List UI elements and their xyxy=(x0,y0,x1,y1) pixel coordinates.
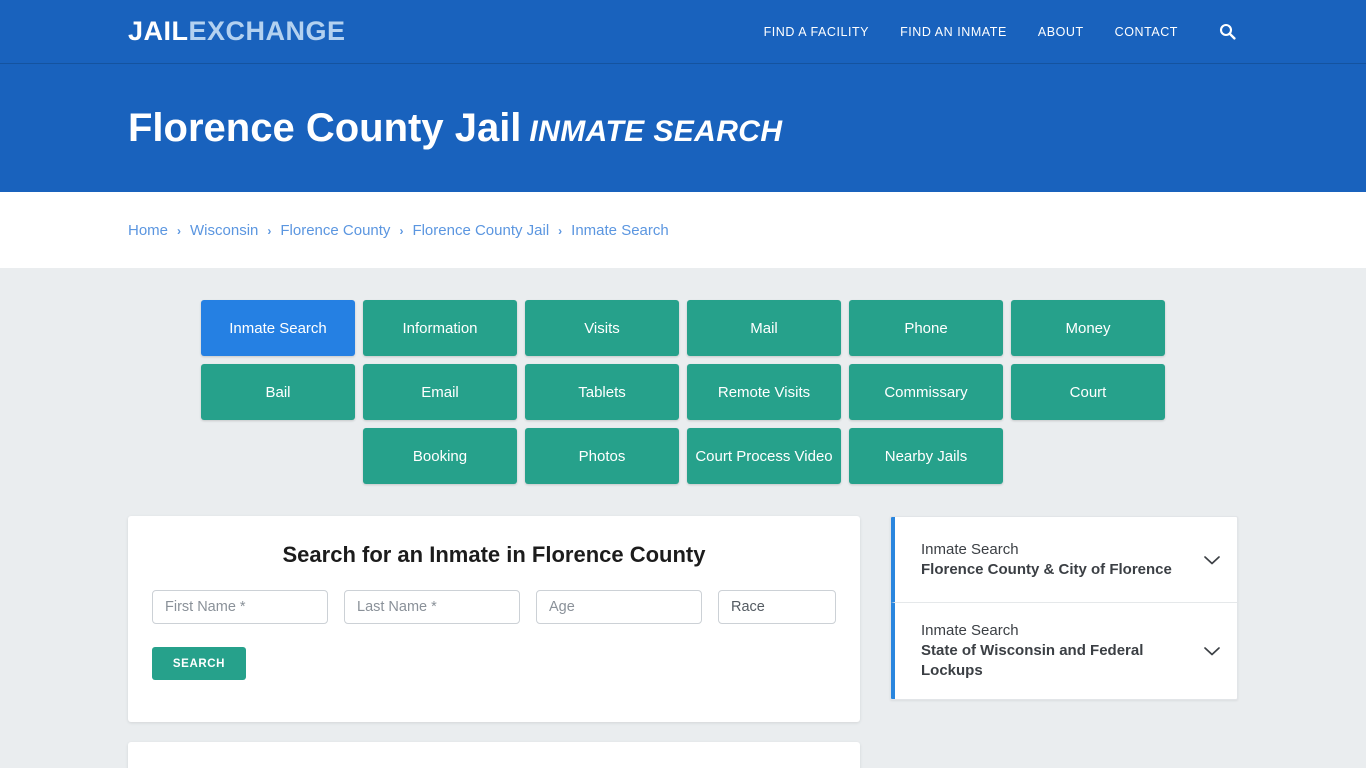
page-title-sub: INMATE SEARCH xyxy=(529,115,783,148)
inmate-search-card: Search for an Inmate in Florence County … xyxy=(128,516,860,722)
tab-court-process-video[interactable]: Court Process Video xyxy=(687,428,841,484)
page-title-main: Florence County Jail xyxy=(128,106,522,150)
tab-email[interactable]: Email xyxy=(363,364,517,420)
tab-bail[interactable]: Bail xyxy=(201,364,355,420)
nav-link-about[interactable]: ABOUT xyxy=(1038,25,1084,39)
age-input[interactable] xyxy=(536,590,702,624)
search-card-heading: Search for an Inmate in Florence County xyxy=(282,542,706,567)
breadcrumb: Home › Wisconsin › Florence County › Flo… xyxy=(128,222,669,239)
search-submit-button[interactable]: SEARCH xyxy=(152,647,246,680)
tab-phone[interactable]: Phone xyxy=(849,300,1003,356)
chevron-down-icon[interactable] xyxy=(1201,640,1223,662)
tab-court[interactable]: Court xyxy=(1011,364,1165,420)
first-name-input[interactable] xyxy=(152,590,328,624)
content-area: Search for an Inmate in Florence County … xyxy=(128,516,1238,768)
accordion-item[interactable]: Inmate Search Florence County & City of F… xyxy=(891,517,1237,603)
nav-search-button[interactable] xyxy=(1216,21,1238,43)
accordion-item-subtitle: Florence County & City of Florence xyxy=(921,560,1172,578)
breadcrumb-item-wisconsin[interactable]: Wisconsin xyxy=(190,222,258,239)
breadcrumb-separator-icon: › xyxy=(399,224,404,238)
page-hero: Florence County Jail INMATE SEARCH xyxy=(0,64,1366,192)
logo-text-primary: JAIL xyxy=(128,16,189,46)
secondary-content-card xyxy=(128,742,860,768)
tab-visits[interactable]: Visits xyxy=(525,300,679,356)
accordion-item-text: Inmate Search Florence County & City of F… xyxy=(921,540,1191,580)
logo-text-secondary: EXCHANGE xyxy=(188,16,346,46)
breadcrumb-separator-icon: › xyxy=(558,224,563,238)
tab-information[interactable]: Information xyxy=(363,300,517,356)
nav-link-find-a-facility[interactable]: FIND A FACILITY xyxy=(764,25,870,39)
accordion-item-title: Inmate Search xyxy=(921,540,1019,558)
breadcrumb-item-florence-county[interactable]: Florence County xyxy=(280,222,390,239)
top-navigation-bar: JAILEXCHANGE FIND A FACILITY FIND AN INM… xyxy=(0,0,1366,64)
breadcrumb-bar: Home › Wisconsin › Florence County › Flo… xyxy=(0,192,1366,268)
sidebar-column: Inmate Search Florence County & City of F… xyxy=(890,516,1238,700)
main-column: Search for an Inmate in Florence County … xyxy=(128,516,860,768)
tab-remote-visits[interactable]: Remote Visits xyxy=(687,364,841,420)
breadcrumb-separator-icon: › xyxy=(267,224,272,238)
tab-booking[interactable]: Booking xyxy=(363,428,517,484)
page-body: Inmate Search Information Visits Mail Phone M… xyxy=(0,268,1366,768)
nav-link-find-an-inmate[interactable]: FIND AN INMATE xyxy=(900,25,1007,39)
last-name-input[interactable] xyxy=(344,590,520,624)
chevron-down-icon[interactable] xyxy=(1201,549,1223,571)
tab-money[interactable]: Money xyxy=(1011,300,1165,356)
tab-inmate-search[interactable]: Inmate Search xyxy=(201,300,355,356)
tab-nearby-jails[interactable]: Nearby Jails xyxy=(849,428,1003,484)
primary-nav-links: FIND A FACILITY FIND AN INMATE ABOUT CON… xyxy=(764,21,1238,43)
tab-mail[interactable]: Mail xyxy=(687,300,841,356)
accordion-item-subtitle: State of Wisconsin and Federal Lockups xyxy=(921,641,1144,679)
breadcrumb-item-florence-county-jail[interactable]: Florence County Jail xyxy=(412,222,549,239)
nav-link-contact[interactable]: CONTACT xyxy=(1115,25,1178,39)
tab-tablets[interactable]: Tablets xyxy=(525,364,679,420)
accordion-item-title: Inmate Search xyxy=(921,622,1019,639)
breadcrumb-item-inmate-search[interactable]: Inmate Search xyxy=(571,222,669,239)
page-title: Florence County Jail INMATE SEARCH xyxy=(128,106,782,150)
site-logo[interactable]: JAILEXCHANGE xyxy=(128,18,346,45)
race-select[interactable]: Race xyxy=(718,590,836,624)
tab-photos[interactable]: Photos xyxy=(525,428,679,484)
facility-tab-grid: Inmate Search Information Visits Mail Phone M… xyxy=(138,300,1228,484)
breadcrumb-separator-icon: › xyxy=(177,224,182,238)
inmate-search-accordion: Inmate Search Florence County & City of F… xyxy=(890,516,1238,700)
search-icon xyxy=(1219,23,1236,40)
tab-commissary[interactable]: Commissary xyxy=(849,364,1003,420)
accordion-item[interactable]: Inmate Search State of Wisconsin and Fede… xyxy=(891,603,1237,699)
accordion-item-text: Inmate Search State of Wisconsin and Fede… xyxy=(921,621,1191,681)
search-form-row: Race xyxy=(152,590,836,624)
breadcrumb-item-home[interactable]: Home xyxy=(128,222,168,239)
